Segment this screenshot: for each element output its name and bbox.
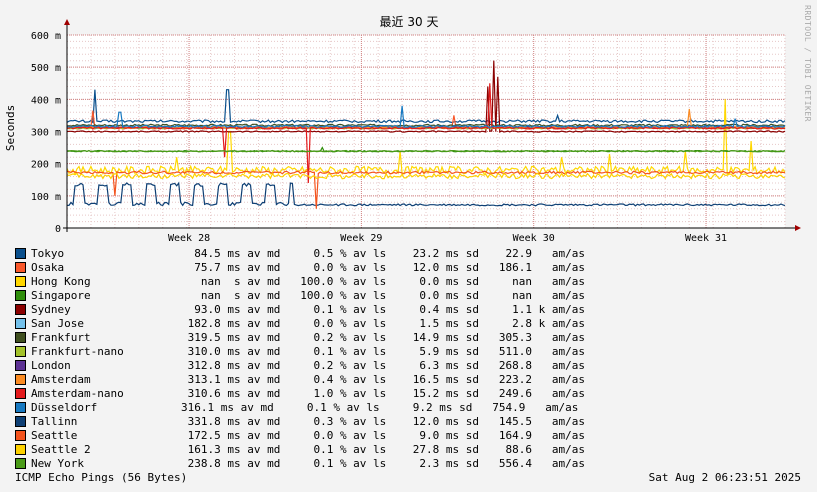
legend-row: Singapore nan s av md 100.0 % av ls 0.0 … xyxy=(15,289,585,303)
legend-stats: 172.5 ms av md 0.0 % av ls 9.0 ms sd 164… xyxy=(181,429,585,442)
chart-title: 最近 30 天 xyxy=(380,15,439,29)
legend-swatch xyxy=(15,261,26,273)
x-axis-arrow xyxy=(795,225,801,231)
y-axis-ticks: 0 100 m 200 m 300 m 400 m 500 m 600 m xyxy=(31,31,61,235)
legend-swatch xyxy=(15,443,26,455)
legend-name: Amsterdam xyxy=(31,373,91,386)
latency-chart: 0100 m200 m300 m400 m500 m600 m Week 28 W… xyxy=(4,15,801,244)
y-tick-label: 200 m xyxy=(31,160,61,171)
legend-swatch xyxy=(15,401,26,413)
legend-row: Düsseldorf 316.1 ms av md 0.1 % av ls 9.2… xyxy=(15,401,585,415)
x-tick-label: Week 29 xyxy=(340,233,382,244)
legend-row: New York 238.8 ms av md 0.1 % av ls 2.3 … xyxy=(15,457,585,471)
legend-name: Osaka xyxy=(31,261,65,274)
legend-name: Amsterdam-nano xyxy=(31,387,124,400)
legend-swatch xyxy=(15,457,26,469)
legend-swatch xyxy=(15,429,26,441)
legend-row: Seattle 2 161.3 ms av md 0.1 % av ls 27.… xyxy=(15,443,585,457)
legend-stats: 319.5 ms av md 0.2 % av ls 14.9 ms sd 30… xyxy=(181,331,585,344)
legend-stats: nan s av md 100.0 % av ls 0.0 ms sd nan … xyxy=(181,289,585,302)
legend-swatch xyxy=(15,415,26,427)
legend-row: Frankfurt-nano 310.0 ms av md 0.1 % av l… xyxy=(15,345,585,359)
legend-row: Amsterdam-nano 310.6 ms av md 1.0 % av l… xyxy=(15,387,585,401)
legend-stats: 161.3 ms av md 0.1 % av ls 27.8 ms sd 88… xyxy=(181,443,585,456)
legend-stats: nan s av md 100.0 % av ls 0.0 ms sd nan … xyxy=(181,275,585,288)
legend-stats: 182.8 ms av md 0.0 % av ls 1.5 ms sd 2.8… xyxy=(181,317,585,330)
legend-swatch xyxy=(15,359,26,371)
legend-row: San Jose 182.8 ms av md 0.0 % av ls 1.5 … xyxy=(15,317,585,331)
legend-name: Düsseldorf xyxy=(31,401,98,414)
legend-swatch xyxy=(15,331,26,343)
legend-stats: 313.1 ms av md 0.4 % av ls 16.5 ms sd 22… xyxy=(181,373,585,386)
legend-name: Frankfurt-nano xyxy=(31,345,124,358)
x-tick-label: Week 31 xyxy=(685,233,727,244)
legend-row: Hong Kong nan s av md 100.0 % av ls 0.0 … xyxy=(15,275,585,289)
legend-name: Hong Kong xyxy=(31,275,91,288)
legend-row: Tallinn 331.8 ms av md 0.3 % av ls 12.0 … xyxy=(15,415,585,429)
y-tick-label: 100 m xyxy=(31,192,61,203)
legend-row: Seattle 172.5 ms av md 0.0 % av ls 9.0 m… xyxy=(15,429,585,443)
legend-swatch xyxy=(15,289,26,301)
x-tick-label: Week 28 xyxy=(168,233,210,244)
legend-name: Singapore xyxy=(31,289,91,302)
legend-stats: 316.1 ms av md 0.1 % av ls 9.2 ms sd 754… xyxy=(181,401,579,414)
y-tick-label: 600 m xyxy=(31,31,61,42)
legend-stats: 238.8 ms av md 0.1 % av ls 2.3 ms sd 556… xyxy=(181,457,585,470)
legend-swatch xyxy=(15,373,26,385)
legend-swatch xyxy=(15,247,26,259)
legend-name: Sydney xyxy=(31,303,71,316)
y-axis-label: Seconds xyxy=(4,105,17,151)
y-tick-label: 0 xyxy=(55,224,61,235)
rrdtool-credit: RRDTOOL / TOBI OETIKER xyxy=(803,5,812,122)
legend-stats: 84.5 ms av md 0.5 % av ls 23.2 ms sd 22.… xyxy=(181,247,585,260)
legend-name: San Jose xyxy=(31,317,84,330)
legend-name: London xyxy=(31,359,71,372)
legend-name: Seattle 2 xyxy=(31,443,91,456)
legend-swatch xyxy=(15,387,26,399)
legend-stats: 331.8 ms av md 0.3 % av ls 12.0 ms sd 14… xyxy=(181,415,585,428)
legend-row: Tokyo 84.5 ms av md 0.5 % av ls 23.2 ms … xyxy=(15,247,585,261)
legend-stats: 312.8 ms av md 0.2 % av ls 6.3 ms sd 268… xyxy=(181,359,585,372)
x-axis-ticks: Week 28 Week 29 Week 30 Week 31 xyxy=(168,233,727,244)
legend-stats: 310.0 ms av md 0.1 % av ls 5.9 ms sd 511… xyxy=(181,345,585,358)
y-tick-label: 400 m xyxy=(31,95,61,106)
legend-stats: 75.7 ms av md 0.0 % av ls 12.0 ms sd 186… xyxy=(181,261,585,274)
legend: Tokyo 84.5 ms av md 0.5 % av ls 23.2 ms … xyxy=(15,247,585,471)
footer-timestamp: Sat Aug 2 06:23:51 2025 xyxy=(648,471,801,484)
legend-row: London 312.8 ms av md 0.2 % av ls 6.3 ms… xyxy=(15,359,585,373)
legend-name: Tallinn xyxy=(31,415,78,428)
legend-name: Frankfurt xyxy=(31,331,91,344)
legend-stats: 93.0 ms av md 0.1 % av ls 0.4 ms sd 1.1 … xyxy=(181,303,585,316)
legend-row: Sydney 93.0 ms av md 0.1 % av ls 0.4 ms … xyxy=(15,303,585,317)
legend-name: New York xyxy=(31,457,84,470)
legend-swatch xyxy=(15,303,26,315)
legend-swatch xyxy=(15,275,26,287)
legend-row: Amsterdam 313.1 ms av md 0.4 % av ls 16.… xyxy=(15,373,585,387)
y-tick-label: 500 m xyxy=(31,63,61,74)
y-tick-label: 300 m xyxy=(31,128,61,139)
legend-row: Osaka 75.7 ms av md 0.0 % av ls 12.0 ms … xyxy=(15,261,585,275)
footer-probe-label: ICMP Echo Pings (56 Bytes) xyxy=(15,471,188,484)
legend-name: Tokyo xyxy=(31,247,65,260)
y-axis-arrow xyxy=(64,19,70,25)
legend-swatch xyxy=(15,345,26,357)
legend-swatch xyxy=(15,317,26,329)
legend-row: Frankfurt 319.5 ms av md 0.2 % av ls 14.… xyxy=(15,331,585,345)
legend-name: Seattle xyxy=(31,429,78,442)
legend-stats: 310.6 ms av md 1.0 % av ls 15.2 ms sd 24… xyxy=(181,387,585,400)
x-tick-label: Week 30 xyxy=(513,233,555,244)
